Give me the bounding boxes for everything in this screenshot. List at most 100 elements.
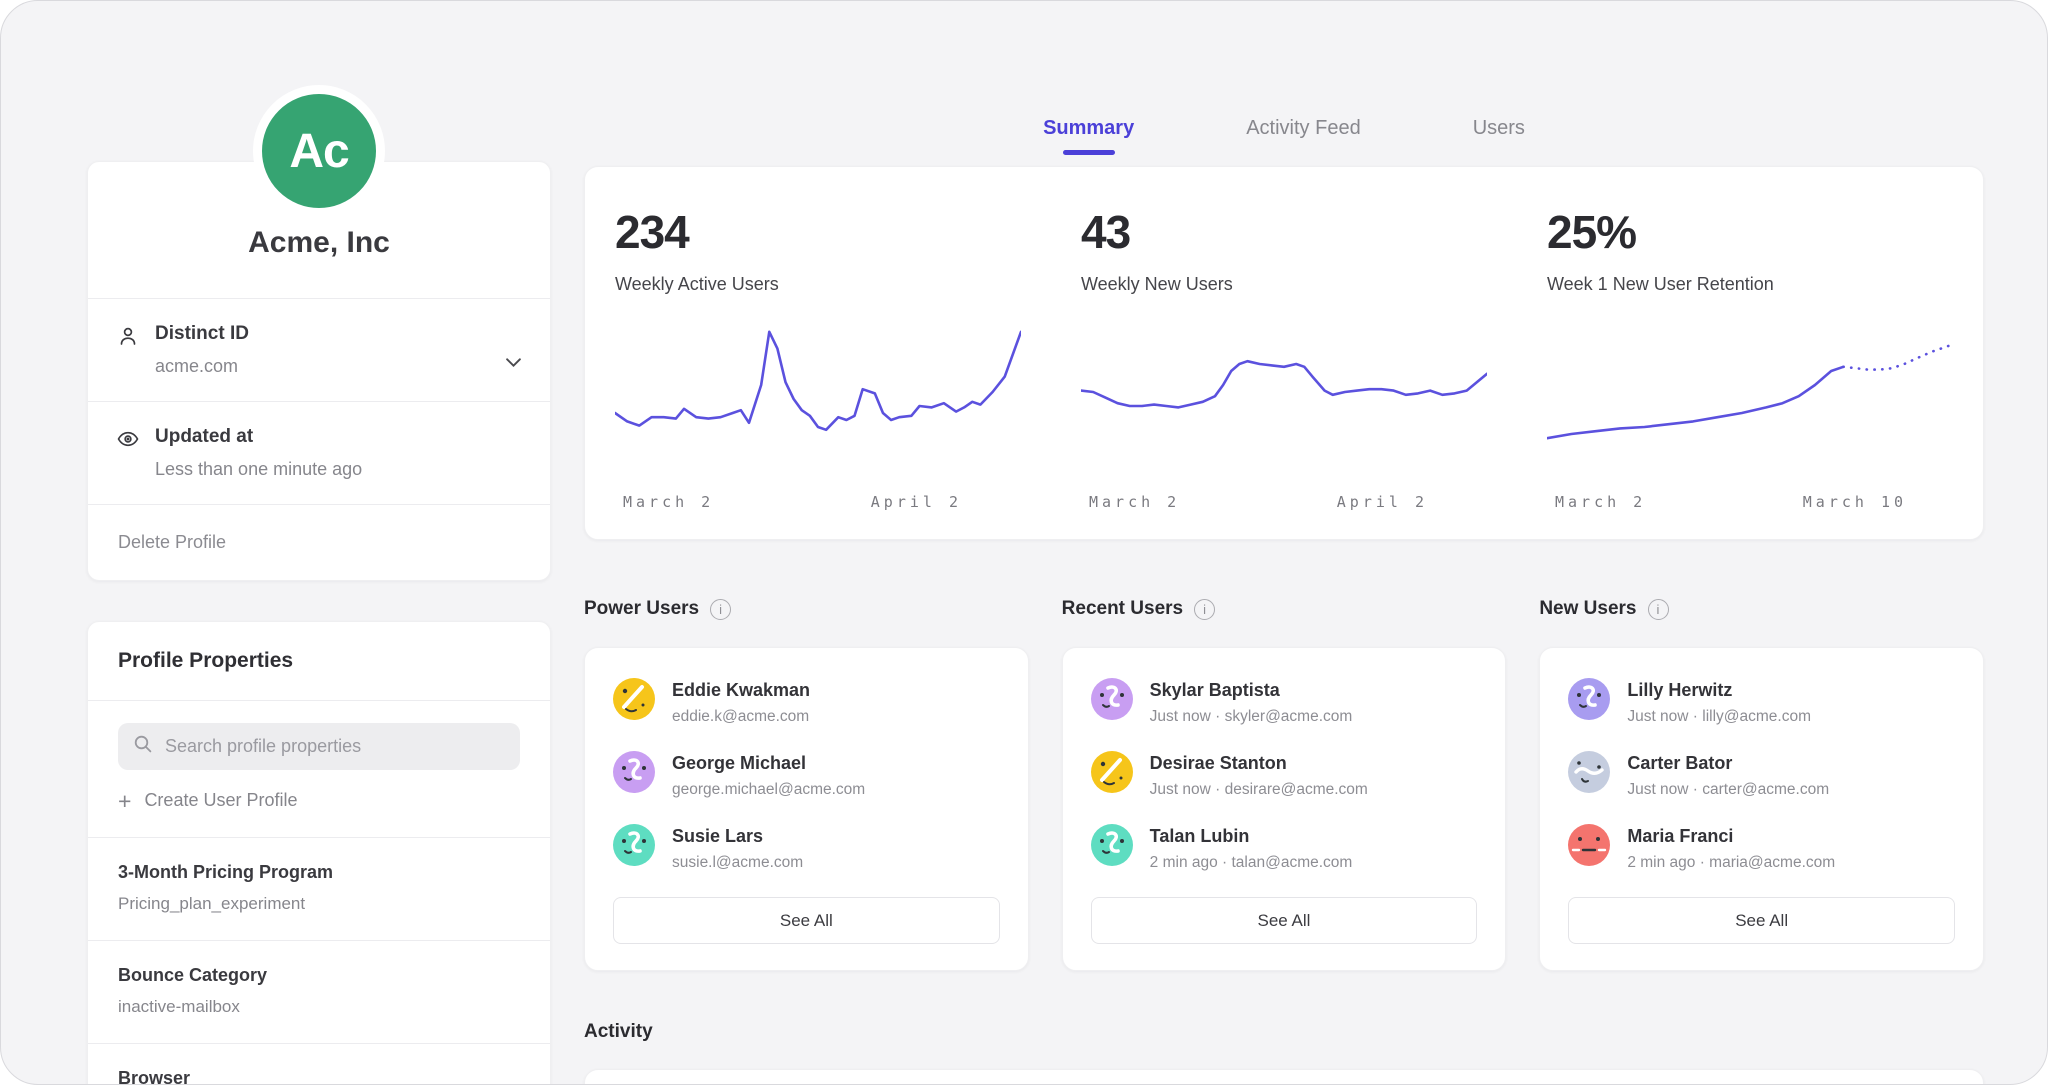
user-row[interactable]: Talan Lubin 2 min ago · talan@acme.com (1091, 824, 1478, 872)
user-avatar (613, 678, 655, 720)
info-icon[interactable]: i (710, 599, 731, 620)
user-name: George Michael (672, 751, 865, 774)
info-icon[interactable]: i (1194, 599, 1215, 620)
user-subtitle: Just now · skyler@acme.com (1150, 708, 1353, 726)
user-subtitle: Just now · lilly@acme.com (1627, 708, 1811, 726)
user-row[interactable]: Carter Bator Just now · carter@acme.com (1568, 751, 1955, 799)
user-list-column-recent-users: Recent Users i Skylar Baptista Just now … (1062, 598, 1507, 971)
chart-x-axis: March 2 April 2 (1081, 493, 1487, 513)
user-name: Maria Franci (1627, 824, 1835, 847)
user-name: Lilly Herwitz (1627, 678, 1811, 701)
weekly-active-users-chart (615, 319, 1021, 479)
user-name: Carter Bator (1627, 751, 1829, 774)
tab-summary-label: Summary (1043, 117, 1134, 139)
distinct-id-row: Distinct ID acme.com (88, 299, 550, 401)
user-row[interactable]: Lilly Herwitz Just now · lilly@acme.com (1568, 678, 1955, 726)
summary-stats-card: 234 Weekly Active Users March 2 April 2 … (584, 166, 1984, 540)
tab-bar: Summary Activity Feed Users (584, 1, 1984, 140)
user-subtitle: 2 min ago · maria@acme.com (1627, 854, 1835, 872)
user-name: Susie Lars (672, 824, 803, 847)
user-row[interactable]: George Michael george.michael@acme.com (613, 751, 1000, 799)
user-subtitle: 2 min ago · talan@acme.com (1150, 854, 1353, 872)
stat-week1-retention: 25% Week 1 New User Retention March 2 Ma… (1517, 205, 1983, 513)
user-avatar (1091, 751, 1133, 793)
stat-label: Weekly Active Users (615, 274, 1021, 295)
property-row: Browser Chrome (88, 1044, 550, 1085)
delete-profile-button[interactable]: Delete Profile (88, 505, 550, 580)
user-subtitle: eddie.k@acme.com (672, 708, 810, 726)
user-row[interactable]: Eddie Kwakman eddie.k@acme.com (613, 678, 1000, 726)
chevron-down-icon[interactable] (505, 357, 522, 368)
updated-at-row: Updated at Less than one minute ago (88, 402, 550, 504)
user-subtitle: Just now · desirare@acme.com (1150, 781, 1368, 799)
x-tick-label: April 2 (1337, 493, 1428, 511)
create-user-profile-label: Create User Profile (144, 790, 297, 811)
updated-at-value: Less than one minute ago (155, 459, 362, 480)
tab-users[interactable]: Users (1473, 117, 1525, 140)
user-row[interactable]: Maria Franci 2 min ago · maria@acme.com (1568, 824, 1955, 872)
user-avatar (1091, 678, 1133, 720)
user-subtitle: Just now · carter@acme.com (1627, 781, 1829, 799)
main-content: Summary Activity Feed Users 234 Weekly A… (584, 1, 1984, 1085)
weekly-new-users-chart (1081, 319, 1487, 479)
week1-retention-chart (1547, 319, 1953, 479)
section-title-label: New Users (1539, 598, 1636, 620)
user-row[interactable]: Skylar Baptista Just now · skyler@acme.c… (1091, 678, 1478, 726)
profile-properties-card: Profile Properties + Create User P (87, 621, 551, 1085)
stat-label: Week 1 New User Retention (1547, 274, 1953, 295)
x-tick-label: March 10 (1803, 493, 1907, 511)
property-row: 3-Month Pricing Program Pricing_plan_exp… (88, 838, 550, 940)
profile-properties-title: Profile Properties (88, 622, 550, 700)
property-row: Bounce Category inactive-mailbox (88, 941, 550, 1043)
company-avatar: Ac (253, 85, 385, 217)
user-avatar (1568, 824, 1610, 866)
stat-label: Weekly New Users (1081, 274, 1487, 295)
user-subtitle: susie.l@acme.com (672, 854, 803, 872)
user-subtitle: george.michael@acme.com (672, 781, 865, 799)
user-avatar (613, 751, 655, 793)
distinct-id-value: acme.com (155, 356, 249, 377)
info-icon[interactable]: i (1648, 599, 1669, 620)
eye-icon (116, 427, 140, 451)
search-icon (133, 734, 153, 759)
stat-value: 234 (615, 205, 1021, 259)
user-name: Desirae Stanton (1150, 751, 1368, 774)
property-value: Pricing_plan_experiment (118, 894, 520, 914)
active-tab-underline (1063, 150, 1115, 155)
chart-x-axis: March 2 April 2 (615, 493, 1021, 513)
see-all-button[interactable]: See All (1091, 897, 1478, 944)
plus-icon: + (118, 792, 131, 810)
section-title-power-users: Power Users i (584, 598, 1029, 620)
user-row[interactable]: Susie Lars susie.l@acme.com (613, 824, 1000, 872)
user-avatar (613, 824, 655, 866)
search-profile-properties[interactable] (118, 723, 520, 770)
tab-activity-feed[interactable]: Activity Feed (1246, 117, 1360, 140)
see-all-button[interactable]: See All (613, 897, 1000, 944)
tab-summary[interactable]: Summary (1043, 117, 1134, 140)
power-users-card: Eddie Kwakman eddie.k@acme.com George Mi… (584, 647, 1029, 971)
stat-value: 43 (1081, 205, 1487, 259)
search-input[interactable] (165, 736, 505, 757)
see-all-button[interactable]: See All (1568, 897, 1955, 944)
activity-stats-card: 234 940 3.4k (584, 1069, 1984, 1085)
create-user-profile-button[interactable]: + Create User Profile (118, 790, 298, 811)
user-lists-row: Power Users i Eddie Kwakman eddie.k@acme… (584, 598, 1984, 971)
distinct-id-label: Distinct ID (155, 323, 249, 345)
property-label: Browser (118, 1068, 520, 1085)
user-name: Eddie Kwakman (672, 678, 810, 701)
section-title-new-users: New Users i (1539, 598, 1984, 620)
user-name: Skylar Baptista (1150, 678, 1353, 701)
section-title-label: Power Users (584, 598, 699, 620)
x-tick-label: March 2 (1089, 493, 1180, 511)
user-name: Talan Lubin (1150, 824, 1353, 847)
stat-value: 25% (1547, 205, 1953, 259)
user-avatar (1568, 751, 1610, 793)
section-title-label: Recent Users (1062, 598, 1183, 620)
section-title-recent-users: Recent Users i (1062, 598, 1507, 620)
user-list-column-power-users: Power Users i Eddie Kwakman eddie.k@acme… (584, 598, 1029, 971)
property-value: inactive-mailbox (118, 997, 520, 1017)
activity-section-title: Activity (584, 1021, 1984, 1043)
user-row[interactable]: Desirae Stanton Just now · desirare@acme… (1091, 751, 1478, 799)
profile-sidebar: Ac Acme, Inc Distinct ID acme.com (87, 1, 551, 1085)
recent-users-card: Skylar Baptista Just now · skyler@acme.c… (1062, 647, 1507, 971)
